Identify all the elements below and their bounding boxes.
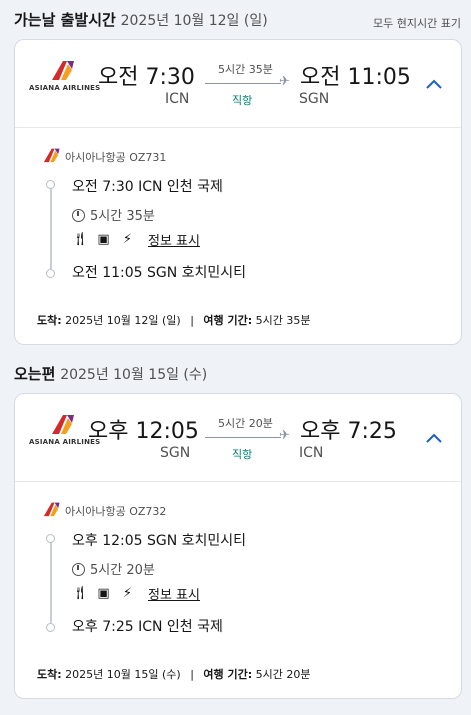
arrival-code: ICN: [299, 445, 324, 461]
direct-label: 직항: [232, 448, 253, 461]
route-line: [205, 437, 281, 438]
meal-icon: 🍴︎: [72, 232, 89, 247]
airline-logo: ASIANA AIRLINES: [29, 58, 101, 92]
plane-icon: ✈: [279, 74, 290, 89]
timeline-line: [50, 184, 52, 269]
airline-logo-icon: [52, 61, 74, 80]
duration-detail: 5시간 20분: [72, 559, 155, 578]
power-icon: ⚡︎: [122, 586, 133, 601]
entertainment-icon: ▣: [97, 232, 110, 247]
outbound-detail: 아시아나항공 OZ731 오전 7:30 ICN 인천 국제 5시간 35분 🍴…: [15, 128, 461, 345]
airline-logo-icon: [52, 415, 74, 434]
meal-icon: 🍴︎: [72, 586, 89, 601]
airline-flight-number: 아시아나항공 OZ732: [65, 505, 167, 518]
inbound-summary[interactable]: ASIANA AIRLINES 오후 12:05 SGN 5시간 20분 ✈ 직…: [15, 394, 461, 482]
departure-time: 오전 7:30: [98, 65, 195, 90]
departure-detail: 오전 7:30 ICN 인천 국제: [72, 179, 223, 195]
timeline-dot: [46, 623, 55, 632]
timeline-dot: [46, 534, 55, 543]
arrival-value: 2025년 10월 15일 (수): [65, 668, 181, 681]
chevron-up-icon[interactable]: [425, 431, 443, 445]
arrival-summary: 도착: 2025년 10월 12일 (일) | 여행 기간: 5시간 35분: [37, 312, 310, 328]
clock-icon: [72, 563, 85, 576]
travel-value: 5시간 20분: [255, 668, 311, 681]
travel-label: 여행 기간:: [203, 314, 253, 327]
route-line: [205, 83, 281, 84]
chevron-up-icon[interactable]: [425, 77, 443, 91]
airline-flight-number: 아시아나항공 OZ731: [65, 151, 167, 164]
outbound-flight-card: ASIANA AIRLINES 오전 7:30 ICN 5시간 35분 ✈ 직항…: [14, 39, 462, 345]
arrival-label: 도착:: [37, 314, 62, 327]
arrival-value: 2025년 10월 12일 (일): [65, 314, 181, 327]
outbound-summary[interactable]: ASIANA AIRLINES 오전 7:30 ICN 5시간 35분 ✈ 직항…: [15, 40, 461, 128]
arrival-summary: 도착: 2025년 10월 15일 (수) | 여행 기간: 5시간 20분: [37, 666, 310, 682]
duration-detail-text: 5시간 35분: [90, 209, 155, 224]
airline-logo: ASIANA AIRLINES: [29, 412, 101, 446]
departure-time: 오후 12:05: [88, 419, 199, 444]
separator: |: [190, 668, 194, 681]
entertainment-icon: ▣: [97, 586, 110, 601]
timezone-note: 모두 현지시간 표기: [373, 17, 461, 30]
travel-label: 여행 기간:: [203, 668, 253, 681]
inbound-header: 오는편 2025년 10월 15일 (수): [14, 363, 207, 384]
arrival-time: 오후 7:25: [300, 419, 397, 444]
timeline-dot: [46, 180, 55, 189]
arrival-detail: 오전 11:05 SGN 호치민시티: [72, 265, 247, 281]
separator: |: [190, 314, 194, 327]
travel-value: 5시간 35분: [255, 314, 311, 327]
inbound-flight-card: ASIANA AIRLINES 오후 12:05 SGN 5시간 20분 ✈ 직…: [14, 393, 462, 699]
arrival-code: SGN: [299, 91, 330, 107]
flight-duration: 5시간 35분: [218, 63, 273, 76]
arrival-label: 도착:: [37, 668, 62, 681]
direct-label: 직항: [232, 94, 253, 107]
departure-code: SGN: [160, 445, 191, 461]
inbound-date: 2025년 10월 15일 (수): [60, 367, 208, 383]
airline-logo-text: ASIANA AIRLINES: [29, 438, 101, 446]
power-icon: ⚡︎: [122, 232, 133, 247]
arrival-detail: 오후 7:25 ICN 인천 국제: [72, 619, 223, 635]
plane-icon: ✈: [279, 428, 290, 443]
outbound-title: 가는날 출발시간: [14, 11, 116, 29]
airline-logo-text: ASIANA AIRLINES: [29, 84, 101, 92]
show-info-link[interactable]: 정보 표시: [148, 584, 200, 603]
inbound-detail: 아시아나항공 OZ732 오후 12:05 SGN 호치민시티 5시간 20분 …: [15, 482, 461, 699]
airline-logo-icon: [43, 502, 60, 517]
outbound-header: 가는날 출발시간 2025년 10월 12일 (일): [14, 9, 268, 30]
departure-code: ICN: [165, 91, 190, 107]
flight-duration: 5시간 20분: [218, 417, 273, 430]
show-info-link[interactable]: 정보 표시: [148, 230, 200, 249]
timeline-line: [50, 538, 52, 623]
timeline-dot: [46, 269, 55, 278]
amenities-row: 🍴︎ ▣ ⚡︎ 정보 표시: [72, 230, 200, 249]
arrival-time: 오전 11:05: [300, 65, 411, 90]
outbound-date: 2025년 10월 12일 (일): [120, 13, 268, 29]
inbound-title: 오는편: [14, 365, 56, 383]
duration-detail-text: 5시간 20분: [90, 563, 155, 578]
duration-detail: 5시간 35분: [72, 205, 155, 224]
airline-logo-icon: [43, 148, 60, 163]
departure-detail: 오후 12:05 SGN 호치민시티: [72, 533, 247, 549]
clock-icon: [72, 209, 85, 222]
amenities-row: 🍴︎ ▣ ⚡︎ 정보 표시: [72, 584, 200, 603]
